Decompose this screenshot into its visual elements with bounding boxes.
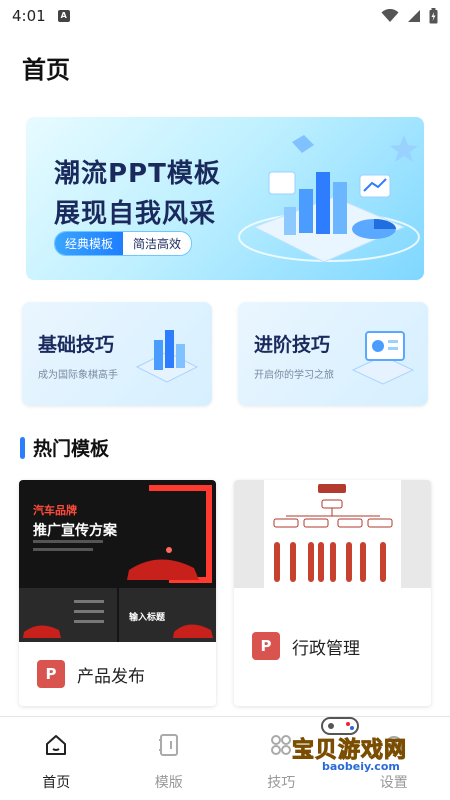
section-accent-bar	[20, 436, 25, 459]
subslide-graphic	[173, 624, 213, 638]
template-grid: 汽车品牌 推广宣传方案 输入标题 P 产品发布 P 行政管理	[19, 480, 431, 706]
tab-home[interactable]: 首页	[0, 720, 113, 800]
thumb-subslides: 输入标题	[19, 588, 216, 642]
template-label: P 产品发布	[37, 660, 145, 688]
page-title: 首页	[22, 56, 70, 84]
subslide-left	[19, 588, 117, 642]
status-time: 4:01	[12, 7, 46, 25]
banner-subheadline: 展现自我风采	[54, 199, 217, 229]
watermark: 宝贝游戏网 baobeiy.com	[272, 712, 442, 782]
bar-chart-icon	[135, 330, 199, 383]
section-header: 热门模板	[20, 434, 109, 461]
template-card-product-launch[interactable]: 汽车品牌 推广宣传方案 输入标题 P 产品发布	[19, 480, 216, 706]
accessibility-icon: A	[57, 10, 70, 22]
tab-label: 首页	[42, 775, 71, 791]
template-thumbnail	[234, 480, 431, 588]
signal-icon	[408, 10, 420, 22]
ppt-file-icon: P	[37, 660, 69, 688]
monitor-icon	[351, 331, 415, 385]
org-chart-graphic	[234, 480, 431, 588]
card-advanced-skills[interactable]: 进阶技巧 开启你的学习之旅	[238, 302, 428, 406]
template-name: 行政管理	[292, 638, 360, 659]
tab-templates[interactable]: 模版	[113, 720, 226, 800]
card-subtitle: 成为国际象棋高手	[38, 370, 118, 381]
card-title: 进阶技巧	[254, 334, 331, 356]
banner-tags: 经典模板 简洁高效	[54, 231, 193, 256]
template-icon	[158, 734, 178, 756]
skill-cards: 基础技巧 成为国际象棋高手 进阶技巧 开启你的学习之旅	[22, 302, 428, 406]
status-bar: 4:01 A	[0, 0, 450, 32]
battery-icon	[429, 8, 438, 24]
thumb-title-main: 推广宣传方案	[33, 523, 117, 539]
card-title: 基础技巧	[38, 334, 115, 356]
tab-label: 模版	[154, 775, 183, 791]
promo-banner[interactable]: 潮流PPT模板 展现自我风采 经典模板 简洁高效	[26, 117, 424, 280]
banner-chart-illustration	[238, 135, 420, 263]
banner-tag-classic: 经典模板	[55, 232, 124, 255]
section-title: 热门模板	[33, 438, 110, 460]
thumb-title-brand: 汽车品牌	[33, 504, 77, 517]
card-basic-skills[interactable]: 基础技巧 成为国际象棋高手	[22, 302, 212, 406]
subslide-right: 输入标题	[119, 588, 216, 642]
template-thumbnail: 汽车品牌 推广宣传方案 输入标题	[19, 480, 216, 642]
home-icon	[46, 735, 67, 755]
banner-headline: 潮流PPT模板	[54, 159, 221, 189]
banner-tag-simple: 简洁高效	[123, 232, 192, 255]
template-name: 产品发布	[77, 666, 145, 687]
ppt-file-icon: P	[252, 632, 284, 660]
template-label: P 行政管理	[252, 632, 360, 660]
template-card-admin[interactable]: P 行政管理	[234, 480, 431, 706]
watermark-url: baobeiy.com	[322, 760, 400, 773]
card-subtitle: 开启你的学习之旅	[254, 370, 334, 381]
status-icons	[381, 8, 438, 24]
subslide-graphic	[23, 600, 104, 638]
wifi-icon	[381, 9, 399, 22]
